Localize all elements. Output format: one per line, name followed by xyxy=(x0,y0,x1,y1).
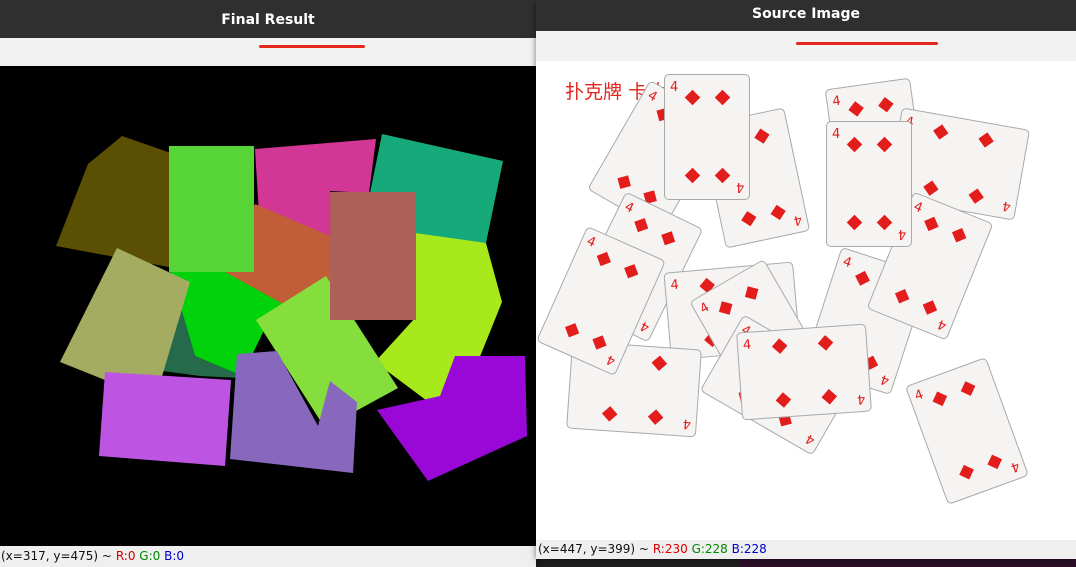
diamond-icon xyxy=(877,136,893,152)
diamond-icon xyxy=(855,270,871,286)
playing-card-four-of-diamonds: 44 xyxy=(736,323,872,421)
diamond-icon xyxy=(718,301,732,315)
card-rank-label: 4 xyxy=(897,226,906,241)
diamond-icon xyxy=(652,355,668,371)
diamond-icon xyxy=(771,338,787,354)
diamond-icon xyxy=(661,231,676,246)
active-tab-indicator xyxy=(259,45,365,48)
diamond-icon xyxy=(968,188,985,204)
card-rank-label: 4 xyxy=(1008,457,1022,475)
cursor-coordinates: (x=447, y=399) ~ xyxy=(538,542,649,556)
card-rank-label: 4 xyxy=(637,317,652,335)
diamond-icon xyxy=(818,334,834,351)
diamond-icon xyxy=(846,136,862,152)
segmentation-result xyxy=(56,134,527,481)
window-title[interactable]: Final Result xyxy=(0,2,536,38)
image-canvas[interactable] xyxy=(0,66,536,548)
diamond-icon xyxy=(931,391,947,407)
playing-card-four-of-diamonds: 44 xyxy=(905,357,1029,505)
diamond-icon xyxy=(617,174,631,189)
card-rank-label: 4 xyxy=(735,179,744,194)
card-rank-label: 4 xyxy=(935,315,949,333)
image-canvas[interactable]: 扑克牌 卡片检测 4444444444444444444444444444444… xyxy=(536,61,1076,540)
diamond-icon xyxy=(684,89,700,105)
playing-card-four-of-diamonds: 44 xyxy=(826,121,912,247)
pixel-blue-value: B:0 xyxy=(164,549,185,563)
diamond-icon xyxy=(846,214,862,231)
diamond-icon xyxy=(923,300,938,315)
diamond-icon xyxy=(634,217,648,232)
final-result-window[interactable]: Final Result (x=317, y=475) ~ R:0 G:0 B:… xyxy=(0,2,536,567)
card-rank-label: 4 xyxy=(856,390,866,407)
card-rank-label: 4 xyxy=(912,387,926,405)
pixel-green-value: G:228 xyxy=(691,542,728,556)
status-bar: (x=447, y=399) ~ R:230 G:228 B:228 xyxy=(536,540,1076,559)
window-toolbar xyxy=(0,38,536,67)
card-rank-label: 4 xyxy=(742,337,752,354)
card-segment xyxy=(169,146,254,272)
card-rank-label: 4 xyxy=(622,199,637,217)
pixel-red-value: R:0 xyxy=(115,549,136,563)
card-rank-label: 4 xyxy=(878,370,892,388)
diamond-icon xyxy=(601,406,618,422)
card-segment xyxy=(99,372,231,466)
card-rank-label: 4 xyxy=(911,199,925,217)
cursor-coordinates: (x=317, y=475) ~ xyxy=(1,549,112,563)
diamond-icon xyxy=(821,389,838,405)
diamond-icon xyxy=(596,251,611,266)
diamond-icon xyxy=(978,131,995,148)
diamond-icon xyxy=(770,204,787,220)
diamond-icon xyxy=(564,322,579,337)
diamond-icon xyxy=(932,123,949,140)
diamond-icon xyxy=(624,264,639,279)
diamond-icon xyxy=(922,180,939,196)
diamond-icon xyxy=(958,464,974,480)
window-toolbar xyxy=(536,31,1076,62)
diamond-icon xyxy=(648,409,664,426)
card-rank-label: 4 xyxy=(1001,197,1012,214)
diamond-icon xyxy=(684,167,700,184)
pixel-green-value: G:0 xyxy=(139,549,161,563)
card-rank-label: 4 xyxy=(697,299,713,318)
diamond-icon xyxy=(715,89,731,105)
card-rank-label: 4 xyxy=(584,233,598,251)
card-rank-label: 4 xyxy=(644,88,660,106)
card-rank-label: 4 xyxy=(791,211,804,228)
card-rank-label: 4 xyxy=(681,415,692,432)
diamond-icon xyxy=(740,210,756,227)
status-bar: (x=317, y=475) ~ R:0 G:0 B:0 xyxy=(0,546,536,567)
diamond-icon xyxy=(745,285,759,300)
pixel-red-value: R:230 xyxy=(652,542,688,556)
diamond-icon xyxy=(952,227,967,243)
diamond-icon xyxy=(715,167,731,184)
diamond-icon xyxy=(923,216,939,231)
diamond-icon xyxy=(961,380,976,396)
card-rank-label: 4 xyxy=(670,80,679,95)
card-rank-label: 4 xyxy=(669,277,680,294)
diamond-icon xyxy=(987,454,1003,469)
diamond-icon xyxy=(775,392,791,409)
card-rank-label: 4 xyxy=(604,351,618,369)
card-rank-label: 4 xyxy=(832,127,841,142)
diamond-icon xyxy=(847,100,864,117)
source-image-window[interactable]: Source Image 扑克牌 卡片检测 444444444444444444… xyxy=(536,0,1076,559)
playing-card-four-of-diamonds: 44 xyxy=(664,74,750,200)
window-title[interactable]: Source Image xyxy=(536,0,1076,31)
diamond-icon xyxy=(878,96,894,113)
pixel-blue-value: B:228 xyxy=(731,542,767,556)
diamond-icon xyxy=(754,128,770,144)
diamond-icon xyxy=(877,214,893,231)
card-segment xyxy=(330,192,416,320)
diamond-icon xyxy=(592,335,608,350)
diamond-icon xyxy=(894,288,909,304)
card-rank-label: 4 xyxy=(831,93,842,110)
card-rank-label: 4 xyxy=(802,430,818,448)
active-tab-indicator xyxy=(796,42,938,45)
card-rank-label: 4 xyxy=(840,254,854,272)
